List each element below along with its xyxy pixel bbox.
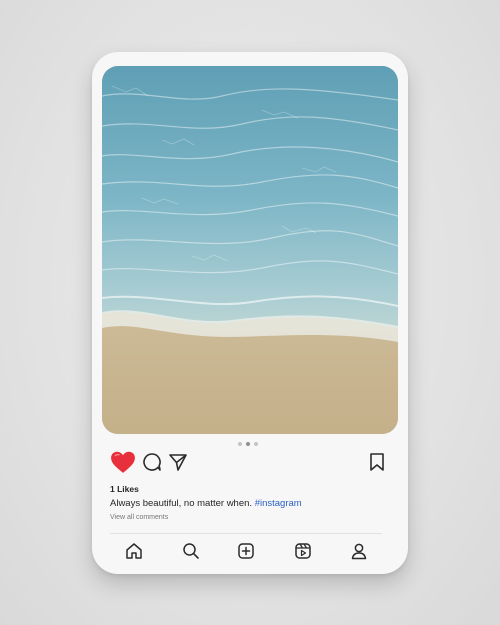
post-actions [110, 449, 392, 475]
comment-button[interactable] [139, 449, 165, 475]
post-photo[interactable] [102, 66, 398, 434]
nav-create[interactable] [234, 539, 258, 563]
add-post-icon [238, 543, 254, 559]
bookmark-icon [370, 453, 384, 471]
caption-hashtag[interactable]: #instagram [255, 498, 302, 509]
nav-search[interactable] [179, 539, 203, 563]
caption-text: Always beautiful, no matter when. [110, 498, 253, 509]
beach-image [102, 66, 398, 434]
carousel-indicator [238, 442, 258, 446]
bottom-nav [92, 539, 408, 563]
likes-count[interactable]: 1 Likes [110, 484, 139, 494]
send-icon [169, 454, 187, 471]
carousel-dot [238, 442, 242, 446]
home-icon [126, 543, 142, 559]
carousel-dot [254, 442, 258, 446]
like-button[interactable] [110, 449, 136, 475]
search-icon [183, 543, 199, 559]
nav-home[interactable] [122, 539, 146, 563]
save-button[interactable] [364, 449, 390, 475]
comment-icon [143, 453, 161, 471]
view-all-comments-link[interactable]: View all comments [110, 514, 168, 521]
nav-profile[interactable] [347, 539, 371, 563]
share-button[interactable] [165, 449, 191, 475]
divider [110, 533, 382, 534]
nav-reels[interactable] [291, 539, 315, 563]
reels-icon [295, 543, 311, 559]
phone-card: 1 Likes Always beautiful, no matter when… [92, 52, 408, 574]
post-caption: Always beautiful, no matter when. #insta… [110, 498, 302, 509]
profile-icon [351, 543, 367, 560]
carousel-dot-active [246, 442, 250, 446]
heart-icon [111, 451, 135, 473]
